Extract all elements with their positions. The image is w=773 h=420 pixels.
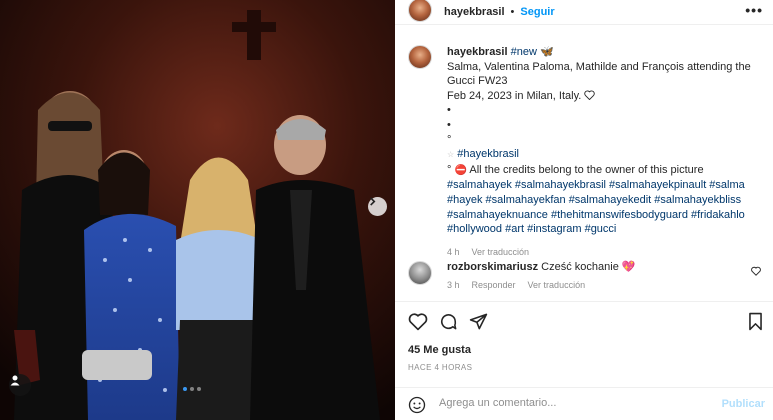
caption-username[interactable]: hayekbrasil: [447, 46, 508, 58]
commenter-username[interactable]: rozborskimariusz: [447, 261, 538, 273]
heart-icon: [408, 313, 428, 331]
caption-date-place: Feb 24, 2023 in Milan, Italy.: [447, 89, 767, 104]
comment-time: 3 h: [447, 280, 460, 290]
caption-bullet: •: [447, 104, 451, 117]
comment-icon: [440, 314, 457, 330]
butterfly-emoji: 🦋: [539, 46, 554, 58]
comment-like-button[interactable]: [751, 266, 761, 279]
credit-prefix: °: [447, 163, 452, 176]
header-username[interactable]: hayekbrasil: [444, 6, 505, 18]
emoji-icon: [408, 396, 426, 414]
likes-count[interactable]: 45 Me gusta: [408, 344, 471, 356]
see-translation-link[interactable]: Ver traducción: [472, 245, 530, 260]
see-translation-link[interactable]: Ver traducción: [528, 278, 586, 293]
comment-body: rozborskimariusz Cześć kochanie 💖 3 h Re…: [447, 260, 747, 293]
reply-button[interactable]: Responder: [472, 278, 516, 293]
chevron-right-icon: [370, 197, 376, 206]
add-comment-bar: Publicar: [395, 387, 773, 420]
carousel-next-button[interactable]: [368, 197, 387, 216]
bookmark-icon: [749, 312, 762, 331]
caption-meta: 4 h Ver traducción: [447, 245, 767, 260]
carousel-dot-active: [183, 387, 187, 391]
photo-illustration: [0, 0, 395, 420]
more-icon[interactable]: •••: [745, 3, 763, 17]
caption-bullet: °: [447, 133, 452, 146]
save-button[interactable]: [747, 312, 764, 334]
like-button[interactable]: [408, 312, 428, 334]
caption-line: Salma, Valentina Paloma, Mathilde and Fr…: [447, 60, 751, 88]
commenter-avatar[interactable]: [408, 261, 432, 285]
comment-button[interactable]: [439, 312, 458, 334]
heart-outline-icon: [584, 90, 596, 100]
share-button[interactable]: [469, 312, 488, 334]
follow-button[interactable]: Seguir: [520, 6, 554, 18]
comment-meta: 3 h Responder Ver traducción: [447, 278, 747, 293]
user-tag-icon: [10, 375, 20, 386]
emoji-button[interactable]: [408, 396, 426, 417]
carousel-dot: [190, 387, 194, 391]
heart-emoji: 💖: [621, 261, 636, 273]
header-separator: •: [510, 6, 515, 18]
heart-icon: [751, 266, 761, 276]
caption-bullet: •: [447, 118, 451, 131]
carousel-dot: [197, 387, 201, 391]
no-entry-icon: ⛔: [454, 164, 467, 176]
credit-text: All the credits belong to the owner of t…: [469, 163, 704, 176]
caption-time: 4 h: [447, 246, 460, 257]
date-place-text: Feb 24, 2023 in Milan, Italy.: [447, 89, 582, 102]
hashtag-hayekbrasil[interactable]: #hayekbrasil: [457, 148, 519, 160]
comment-text: Cześć kochanie: [541, 261, 619, 273]
avatar[interactable]: [408, 0, 432, 22]
post-photo[interactable]: [0, 0, 395, 420]
user-tags-button[interactable]: [9, 374, 31, 396]
share-icon: [469, 313, 488, 330]
star-prefix: ☆: [447, 150, 455, 160]
post-side-panel: hayekbrasil • Seguir ••• hayekbrasil #ne…: [395, 0, 773, 420]
caption-avatar[interactable]: [408, 45, 432, 69]
posted-time: HACE 4 HORAS: [408, 363, 473, 372]
comment-input[interactable]: [439, 397, 709, 409]
post-actions: 45 Me gusta HACE 4 HORAS Publicar: [395, 301, 773, 420]
carousel-indicator: [183, 387, 201, 391]
hashtag-new[interactable]: #new: [511, 46, 537, 58]
caption-body: hayekbrasil #new 🦋 Salma, Valentina Palo…: [447, 45, 767, 259]
caption-hashtags[interactable]: #salmahayek #salmahayekbrasil #salmahaye…: [447, 178, 767, 236]
publish-button[interactable]: Publicar: [722, 398, 765, 410]
post-header: hayekbrasil • Seguir •••: [395, 0, 773, 25]
